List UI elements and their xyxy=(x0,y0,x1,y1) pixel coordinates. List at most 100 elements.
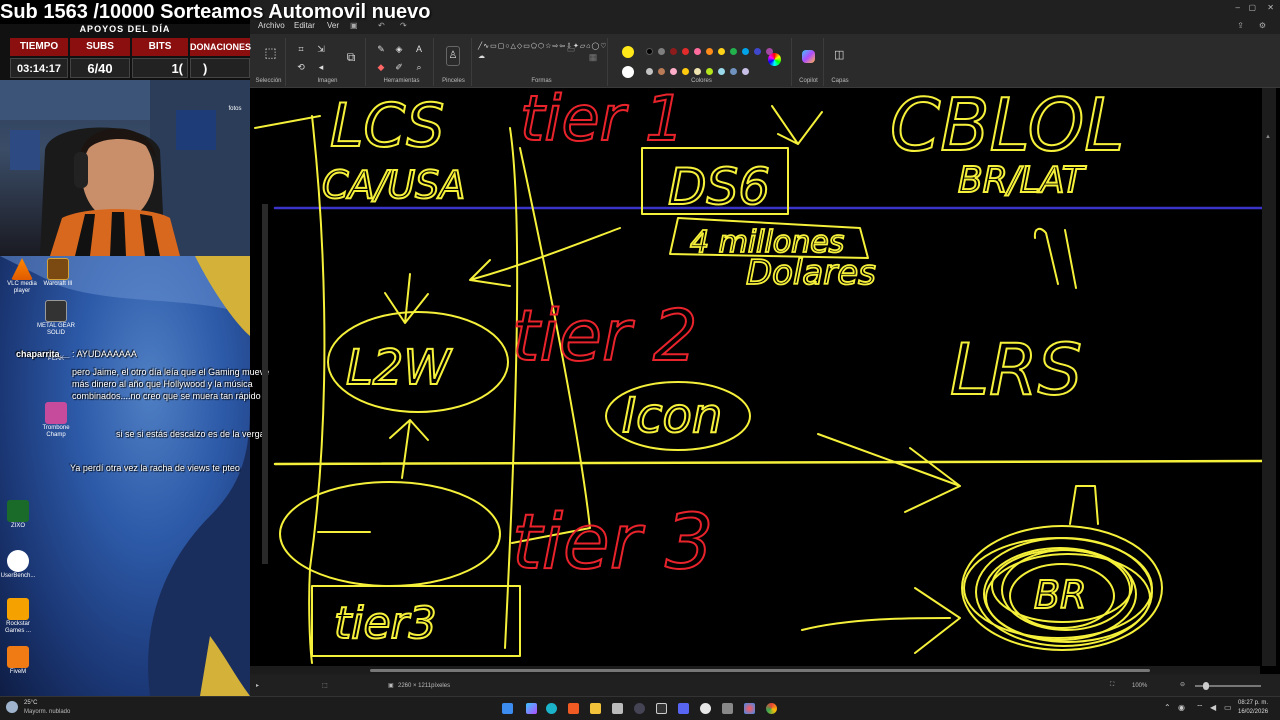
capcut-icon[interactable] xyxy=(656,703,667,714)
desktop-icon-zixo[interactable]: ZIXO xyxy=(0,500,40,530)
color-picker-icon[interactable]: ✐ xyxy=(394,62,404,72)
stat-value-tiempo: 03:14:17 xyxy=(10,58,68,78)
desktop-icon-fivem[interactable]: FiveM xyxy=(0,646,40,676)
flip-icon[interactable]: ◂ xyxy=(316,62,326,72)
arrow-to-ds6 xyxy=(771,105,823,145)
steam-icon[interactable] xyxy=(634,703,645,714)
desktop-icon-warcraft[interactable]: Warcraft III xyxy=(36,258,80,288)
text-icon[interactable]: A xyxy=(414,44,424,54)
color-swatch[interactable] xyxy=(670,48,677,55)
canvas-size-icon: ▣ xyxy=(388,683,394,689)
color-swatch[interactable] xyxy=(694,48,701,55)
fit-icon[interactable]: ⛶ xyxy=(1110,682,1114,689)
windows-start-icon[interactable] xyxy=(502,703,513,714)
image-select-icon[interactable]: ⧉ xyxy=(346,51,356,63)
color-swatch[interactable] xyxy=(754,48,761,55)
tray-app-icon[interactable]: ◉ xyxy=(1178,703,1185,712)
dolares-text: Dolares xyxy=(746,253,876,293)
tier1-text: tier 1 xyxy=(520,88,684,155)
clock-date[interactable]: 16/02/2026 xyxy=(1238,709,1268,715)
color-swatch[interactable] xyxy=(718,48,725,55)
color-swatch[interactable] xyxy=(658,68,665,75)
layers-icon[interactable]: ◫ xyxy=(834,50,844,61)
zoom-level[interactable]: 100% xyxy=(1132,683,1147,689)
color-swatch[interactable] xyxy=(694,68,701,75)
color-swatch[interactable] xyxy=(622,46,634,58)
vertical-scrollbar[interactable]: ▲ xyxy=(1262,88,1276,666)
colors-group: Colores xyxy=(612,38,792,86)
pen-app-icon[interactable] xyxy=(612,703,623,714)
color-swatch[interactable] xyxy=(646,48,653,55)
image-label: Imagen xyxy=(317,78,338,84)
weather-icon xyxy=(6,701,18,713)
color-swatch[interactable] xyxy=(622,66,634,78)
edit-colors-icon[interactable] xyxy=(768,53,781,66)
color-swatch[interactable] xyxy=(682,68,689,75)
selection-group: ⬚ Selección xyxy=(252,38,286,86)
chat-message: Ya perdí otra vez la racha de views te p… xyxy=(0,462,262,474)
chrome-icon[interactable] xyxy=(766,703,777,714)
copilot-taskbar-icon[interactable] xyxy=(526,703,537,714)
color-swatch[interactable] xyxy=(658,48,665,55)
obs-icon[interactable] xyxy=(700,703,711,714)
brave-icon[interactable] xyxy=(568,703,579,714)
chat-message: chaparrita__ : AYUDAAAAAA xyxy=(16,349,137,359)
outline-icon[interactable]: ▭ xyxy=(566,44,576,54)
desktop-icon-fotos[interactable]: fotos xyxy=(220,106,250,113)
pencil-icon[interactable]: ✎ xyxy=(376,44,386,54)
color-swatch[interactable] xyxy=(706,48,713,55)
desktop-icon-rockstar[interactable]: Rockstar Games ... xyxy=(0,598,40,635)
settings-taskbar-icon[interactable] xyxy=(722,703,733,714)
yellow-divider-line xyxy=(273,459,1264,466)
color-swatch[interactable] xyxy=(646,68,653,75)
chat-scrollbar[interactable] xyxy=(262,204,268,564)
layers-group: ◫ Capas xyxy=(826,38,854,86)
drawing-canvas[interactable]: LCS tier 1 CBLOL CA/USA DS6 BR/LAT 4 mil… xyxy=(250,88,1280,674)
lrs-text: LRS xyxy=(950,329,1082,411)
arrow-up-cblol xyxy=(1033,227,1077,289)
battery-icon[interactable]: ▭ xyxy=(1224,703,1232,712)
zoom-slider-thumb[interactable] xyxy=(1203,682,1209,690)
discord-icon[interactable] xyxy=(678,703,689,714)
zoom-out-icon[interactable]: ⊖ xyxy=(1180,681,1185,688)
fill-icon[interactable]: ◈ xyxy=(394,44,404,54)
clock-time[interactable]: 08:27 p. m. xyxy=(1238,700,1268,706)
tier3-box-text: tier3 xyxy=(334,598,437,649)
resize-icon[interactable]: ⇲ xyxy=(316,44,326,54)
copilot-icon[interactable] xyxy=(802,50,815,63)
color-swatch[interactable] xyxy=(730,68,737,75)
close-button[interactable]: ✕ xyxy=(1267,3,1274,12)
settings-icon[interactable]: ⚙ xyxy=(1259,21,1266,30)
scroll-up-icon[interactable]: ▲ xyxy=(1265,134,1273,142)
fill-shape-icon[interactable]: ▦ xyxy=(588,52,598,62)
maximize-button[interactable]: ▢ xyxy=(1248,3,1256,12)
desktop-icon-userbenchmark[interactable]: UserBench... xyxy=(0,550,40,580)
color-swatch[interactable] xyxy=(742,48,749,55)
eraser-icon[interactable]: ◆ xyxy=(376,62,386,72)
desktop-icon-metal-gear[interactable]: METAL GEAR SOLID xyxy=(34,300,78,337)
share-icon[interactable]: ⇪ xyxy=(1237,21,1244,30)
edge-icon[interactable] xyxy=(546,703,557,714)
color-swatch[interactable] xyxy=(742,68,749,75)
selection-icon[interactable]: ⬚ xyxy=(264,46,277,61)
color-swatch[interactable] xyxy=(730,48,737,55)
file-explorer-icon[interactable] xyxy=(590,703,601,714)
color-swatch[interactable] xyxy=(706,68,713,75)
horizontal-scroll-thumb[interactable] xyxy=(370,669,1150,672)
volume-icon[interactable]: ◀ xyxy=(1210,703,1216,712)
magnifier-icon[interactable]: ⌕ xyxy=(414,62,424,72)
brush-icon[interactable]: ♙ xyxy=(446,46,460,66)
crop-icon[interactable]: ⌗ xyxy=(296,44,306,54)
paint-taskbar-icon[interactable] xyxy=(744,703,755,714)
network-icon[interactable]: ⌔ xyxy=(1196,703,1204,713)
chat-text: si se si estás descalzo es de la verga xyxy=(116,429,265,439)
tray-chevron-icon[interactable]: ⌃ xyxy=(1164,703,1171,712)
color-swatch[interactable] xyxy=(718,68,725,75)
shapes-gallery[interactable]: ╱∿▭▢○△◇▭⬠⬡☆⇨⇦⇩✦▱⌂◯♡☁ xyxy=(478,42,607,74)
rotate-icon[interactable]: ⟲ xyxy=(296,62,306,72)
color-swatch[interactable] xyxy=(670,68,677,75)
br-lat-text: BR/LAT xyxy=(958,160,1087,201)
color-swatch[interactable] xyxy=(682,48,689,55)
minimize-button[interactable]: – xyxy=(1236,3,1240,12)
horizontal-scrollbar[interactable] xyxy=(250,666,1260,674)
